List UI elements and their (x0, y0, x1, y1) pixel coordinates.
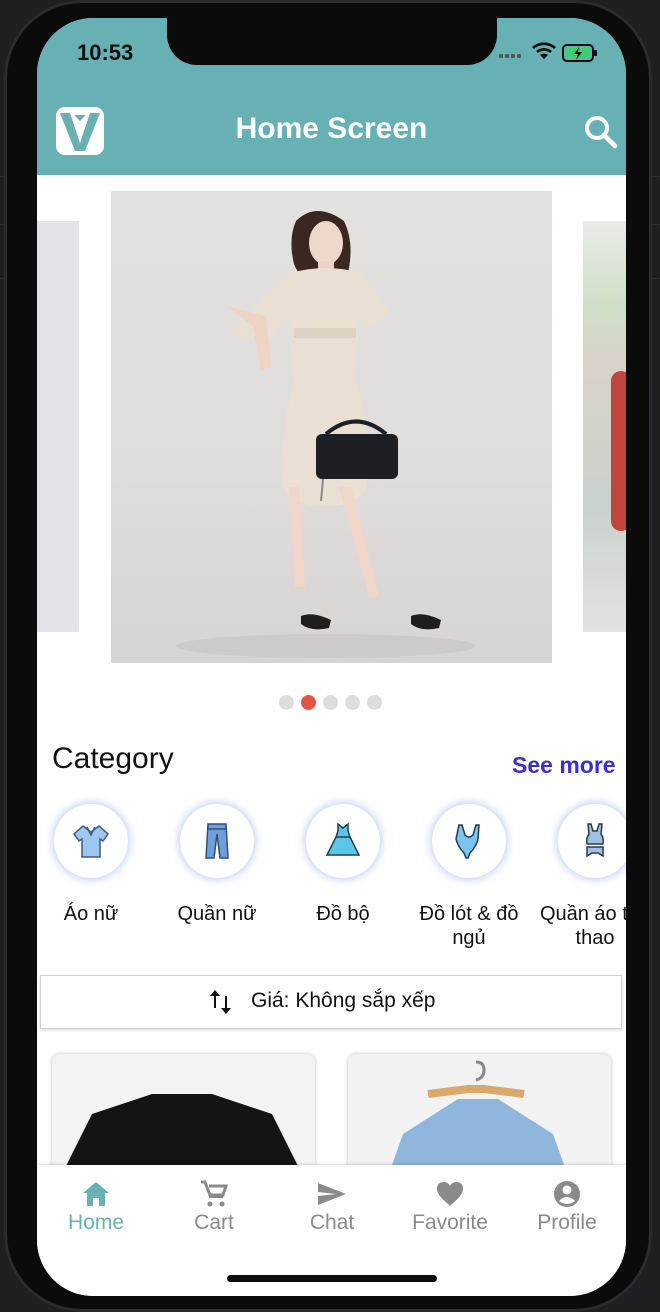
tab-home[interactable]: Home (37, 1179, 155, 1235)
category-icon-circle (558, 804, 626, 878)
cart-icon (155, 1179, 273, 1209)
category-label: Đồ lót & đồ ngủ (419, 903, 519, 949)
sort-arrows-icon (209, 988, 233, 1016)
tab-label: Home (67, 1211, 125, 1234)
search-icon[interactable] (583, 114, 619, 150)
category-label: Quần áo thể thao (539, 903, 626, 949)
status-time: 10:53 (77, 40, 134, 65)
category-item-ao-nu[interactable]: Áo nữ (37, 804, 151, 926)
notch (167, 18, 497, 65)
category-label: Đồ bộ (316, 903, 370, 925)
tab-label: Favorite (412, 1211, 488, 1234)
page-title: Home Screen (235, 112, 428, 145)
category-label: Áo nữ (63, 903, 119, 925)
blouse-icon (72, 825, 110, 858)
category-heading: Category (52, 742, 174, 775)
category-icon-circle (54, 804, 128, 878)
app-bar: Home Screen (37, 84, 626, 175)
tab-label: Profile (537, 1211, 597, 1234)
category-icon-circle (180, 804, 254, 878)
tab-label: Cart (194, 1211, 234, 1234)
category-icon-circle (432, 804, 506, 878)
dress-icon (325, 822, 361, 856)
cellular-signal-icon (499, 54, 521, 58)
category-item-the-thao[interactable]: Quần áo thể thao (535, 804, 626, 950)
status-icons (499, 42, 609, 62)
tab-chat[interactable]: Chat (273, 1179, 391, 1235)
battery-icon (562, 44, 597, 62)
tab-profile[interactable]: Profile (508, 1179, 626, 1235)
carousel-slide-image[interactable] (111, 191, 552, 663)
pagination-dot[interactable] (345, 695, 360, 710)
jeans-icon (205, 823, 229, 859)
sort-label: Giá: Không sắp xếp (251, 989, 436, 1012)
sort-price-button[interactable]: Giá: Không sắp xếp (40, 975, 622, 1029)
carousel-prev-slide[interactable] (37, 221, 79, 632)
carousel-pagination (279, 695, 389, 711)
category-item-do-lot[interactable]: Đồ lót & đồ ngủ (409, 804, 529, 950)
home-indicator[interactable] (227, 1275, 437, 1282)
heart-icon (391, 1179, 509, 1209)
carousel-next-slide[interactable] (583, 221, 626, 632)
phone-frame: 10:53 Home Screen Category See more Áo n… (4, 0, 652, 1312)
app-screen: 10:53 Home Screen Category See more Áo n… (37, 18, 626, 1296)
category-item-quan-nu[interactable]: Quần nữ (157, 804, 277, 926)
category-item-do-bo[interactable]: Đồ bộ (283, 804, 403, 926)
pagination-dot[interactable] (367, 695, 382, 710)
tab-cart[interactable]: Cart (155, 1179, 273, 1235)
send-icon (273, 1179, 391, 1209)
bodysuit-icon (455, 824, 480, 859)
sportswear-icon (586, 823, 604, 858)
category-icon-circle (306, 804, 380, 878)
home-icon (37, 1179, 155, 1209)
pagination-dot-active[interactable] (301, 695, 316, 710)
account-icon (508, 1179, 626, 1209)
tab-favorite[interactable]: Favorite (391, 1179, 509, 1235)
wifi-icon (532, 42, 556, 59)
category-label: Quần nữ (177, 903, 257, 925)
tab-label: Chat (309, 1211, 355, 1234)
model-photo-illustration (176, 211, 476, 658)
pagination-dot[interactable] (323, 695, 338, 710)
see-more-link[interactable]: See more (512, 752, 616, 779)
pagination-dot[interactable] (279, 695, 294, 710)
